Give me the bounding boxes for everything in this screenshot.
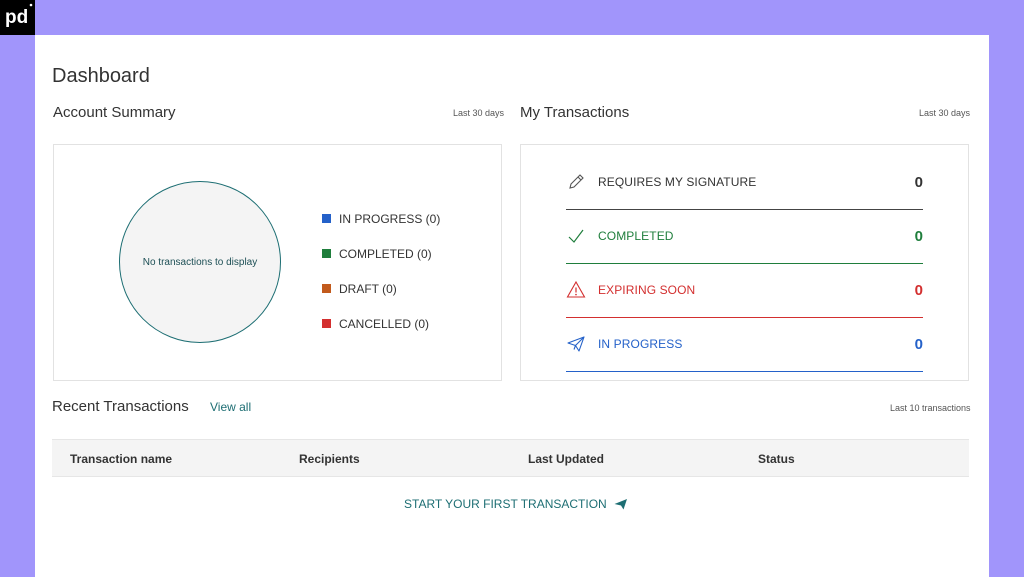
svg-text:pd: pd [5,7,28,28]
start-first-transaction-button[interactable]: START YOUR FIRST TRANSACTION [404,497,628,511]
column-header-status[interactable]: Status [758,452,795,466]
legend-label: IN PROGRESS (0) [339,211,441,226]
legend-item-draft: DRAFT (0) [322,271,440,306]
my-transactions-period: Last 30 days [919,108,971,118]
column-header-recipients[interactable]: Recipients [299,452,360,466]
tx-count: 0 [914,173,923,191]
legend-item-completed: COMPLETED (0) [322,236,440,271]
legend-swatch [322,214,331,223]
checkmark-icon [566,226,586,246]
legend-swatch [322,319,331,328]
tx-label: REQUIRES MY SIGNATURE [598,175,757,189]
my-transactions-title: My Transactions [520,104,630,121]
tx-count: 0 [914,335,923,353]
account-summary-period: Last 30 days [453,108,505,118]
page-title: Dashboard [52,65,150,87]
legend-swatch [322,284,331,293]
empty-chart-text: No transactions to display [142,256,258,268]
column-header-transaction-name[interactable]: Transaction name [70,452,172,466]
tx-label: IN PROGRESS [598,337,683,351]
dashboard-panel: Dashboard Account Summary Last 30 days N… [35,35,989,577]
send-icon [614,498,628,510]
tx-row-completed[interactable]: COMPLETED 0 [566,209,923,264]
transactions-donut-chart: No transactions to display [119,181,281,343]
recent-transactions-period: Last 10 transactions [890,403,971,413]
tx-count: 0 [914,227,923,245]
legend-label: COMPLETED (0) [339,246,432,261]
pencil-icon [566,172,586,192]
account-summary-title: Account Summary [53,104,176,121]
transactions-table-header: Transaction name Recipients Last Updated… [52,439,969,477]
tx-row-requires-signature[interactable]: REQUIRES MY SIGNATURE 0 [566,155,923,210]
column-header-last-updated[interactable]: Last Updated [528,452,604,466]
warning-icon [566,280,586,300]
my-transactions-card: REQUIRES MY SIGNATURE 0 COMPLETED 0 EXPI… [520,144,969,381]
tx-label: EXPIRING SOON [598,283,696,297]
account-summary-card: No transactions to display IN PROGRESS (… [53,144,502,381]
pd-logo-icon: pd [5,3,33,28]
tx-row-expiring-soon[interactable]: EXPIRING SOON 0 [566,263,923,318]
chart-legend: IN PROGRESS (0) COMPLETED (0) DRAFT (0) … [322,201,440,341]
tx-row-in-progress[interactable]: IN PROGRESS 0 [566,317,923,372]
legend-label: CANCELLED (0) [339,316,430,331]
start-transaction-label: START YOUR FIRST TRANSACTION [404,497,607,511]
legend-item-cancelled: CANCELLED (0) [322,306,440,341]
paper-plane-icon [566,334,586,354]
legend-swatch [322,249,331,258]
legend-label: DRAFT (0) [339,281,397,296]
view-all-link[interactable]: View all [210,400,251,414]
recent-transactions-title: Recent Transactions [52,398,189,415]
legend-item-in-progress: IN PROGRESS (0) [322,201,440,236]
brand-logo: pd [0,0,35,35]
tx-label: COMPLETED [598,229,674,243]
tx-count: 0 [914,281,923,299]
